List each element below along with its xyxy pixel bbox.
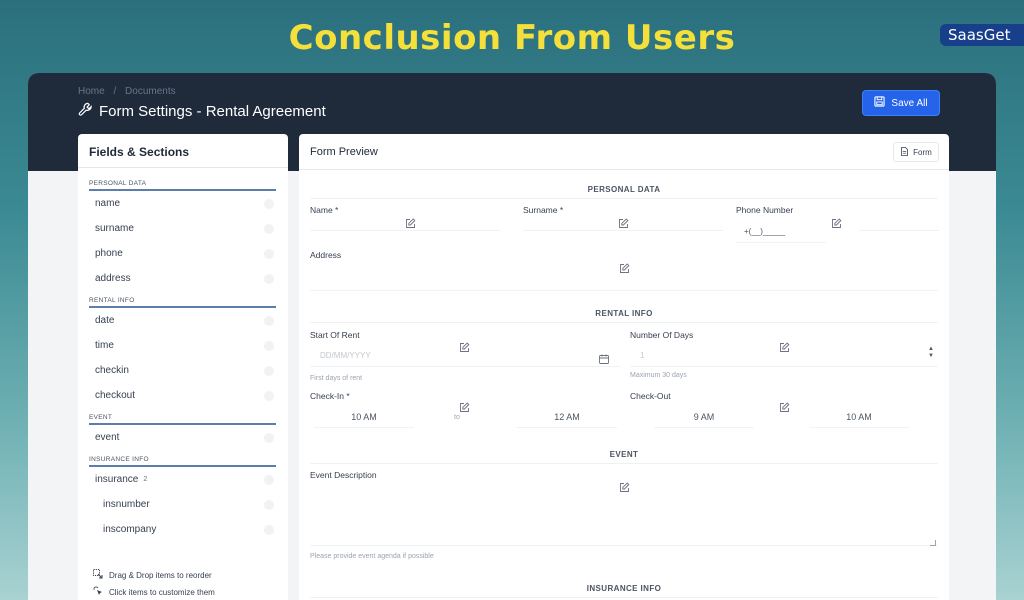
drag-handle-icon[interactable] [264, 391, 274, 401]
sidebar-item-name[interactable]: name [78, 191, 288, 216]
section-divider [310, 198, 938, 199]
check-out-to-select[interactable]: 10 AM [809, 406, 909, 428]
check-in-label: Check-In * [310, 391, 350, 401]
edit-icon[interactable] [459, 400, 470, 412]
pointer-click-icon [93, 586, 103, 598]
edit-icon[interactable] [831, 216, 842, 228]
edit-icon[interactable] [619, 261, 630, 273]
stepper-arrows-icon[interactable]: ▲ ▼ [928, 346, 934, 360]
sidebar-section-event: EVENT [89, 414, 276, 425]
address-label: Address [310, 250, 342, 260]
document-icon [900, 146, 909, 158]
sidebar-section-rental: RENTAL INFO [89, 297, 276, 308]
section-title-insurance: INSURANCE INFO [586, 584, 662, 593]
number-of-days-label: Number Of Days [630, 330, 694, 340]
breadcrumb-separator: / [113, 86, 117, 97]
drag-handle-icon[interactable] [264, 366, 274, 376]
edit-icon[interactable] [779, 400, 790, 412]
breadcrumb-documents[interactable]: Documents [125, 86, 176, 97]
sidebar-item-insurance[interactable]: insurance 2 [78, 467, 288, 492]
save-all-button[interactable]: Save All [862, 90, 940, 116]
section-title-rental: RENTAL INFO [595, 309, 653, 318]
event-description-textarea[interactable] [310, 486, 938, 546]
number-of-days-hint: Maximum 30 days [630, 372, 687, 379]
sidebar-item-inscompany[interactable]: inscompany [78, 517, 288, 542]
fields-sections-panel: Fields & Sections PERSONAL DATA name sur… [78, 134, 288, 600]
check-in-separator: to [454, 414, 460, 421]
edit-icon[interactable] [405, 216, 416, 228]
hint-drag-drop: Drag & Drop items to reorder [93, 569, 212, 581]
sidebar-item-checkout[interactable]: checkout [78, 383, 288, 408]
edit-icon[interactable] [618, 216, 629, 228]
start-of-rent-label: Start Of Rent [310, 330, 360, 340]
drag-handle-icon[interactable] [264, 475, 274, 485]
form-preview-title: Form Preview [310, 146, 378, 158]
sidebar-section-insurance: INSURANCE INFO [89, 456, 276, 467]
drag-handle-icon[interactable] [264, 274, 274, 284]
drag-handle-icon[interactable] [264, 249, 274, 259]
page-title: Form Settings - Rental Agreement [78, 102, 326, 121]
event-description-label: Event Description [310, 470, 377, 480]
brand-logo: SaasGet [940, 24, 1024, 46]
drag-handle-icon[interactable] [264, 316, 274, 326]
sidebar-item-surname[interactable]: surname [78, 216, 288, 241]
drag-handle-icon[interactable] [264, 500, 274, 510]
section-divider [310, 463, 938, 464]
sidebar-item-checkin[interactable]: checkin [78, 358, 288, 383]
app-window: Home / Documents Form Settings - Rental … [28, 73, 996, 600]
save-all-label: Save All [891, 97, 928, 109]
wrench-icon [78, 102, 93, 121]
child-count-badge: 2 [143, 476, 148, 483]
sidebar-item-time[interactable]: time [78, 333, 288, 358]
calendar-icon[interactable] [599, 351, 609, 364]
breadcrumb-home[interactable]: Home [78, 86, 105, 97]
event-description-hint: Please provide event agenda if possible [310, 553, 434, 560]
drag-handle-icon[interactable] [264, 525, 274, 535]
form-preview-header: Form Preview Form [299, 134, 949, 170]
drag-handle-icon[interactable] [264, 199, 274, 209]
breadcrumb: Home / Documents [78, 86, 182, 97]
sidebar-item-address[interactable]: address [78, 266, 288, 291]
fields-sections-title: Fields & Sections [78, 134, 288, 168]
phone-input[interactable]: +(__)_____ [736, 221, 826, 243]
page-title-text: Form Settings - Rental Agreement [99, 103, 326, 120]
phone-label: Phone Number [736, 205, 794, 215]
edit-icon[interactable] [459, 340, 470, 352]
banner-title: Conclusion From Users [288, 18, 736, 58]
section-divider [310, 322, 938, 323]
resize-handle-icon[interactable] [930, 540, 936, 546]
check-in-from-select[interactable]: 10 AM [314, 406, 414, 428]
sidebar-item-phone[interactable]: phone [78, 241, 288, 266]
sidebar-section-personal: PERSONAL DATA [89, 180, 276, 191]
start-of-rent-hint: First days of rent [310, 375, 363, 382]
hint-click-customize: Click items to customize them [93, 586, 215, 598]
phone-extra-input[interactable] [859, 209, 939, 231]
drag-handle-icon[interactable] [264, 433, 274, 443]
drag-handle-icon[interactable] [264, 341, 274, 351]
save-icon [874, 96, 886, 110]
sidebar-item-date[interactable]: date [78, 308, 288, 333]
form-button[interactable]: Form [893, 142, 939, 162]
section-title-personal: PERSONAL DATA [587, 185, 661, 194]
drag-drop-icon [93, 569, 103, 581]
check-out-label: Check-Out [630, 391, 671, 401]
check-in-to-select[interactable]: 12 AM [517, 406, 617, 428]
section-divider [310, 597, 938, 598]
form-preview-panel: Form Preview Form PERSONAL DATA Name * S… [299, 134, 949, 600]
sidebar-item-insnumber[interactable]: insnumber [78, 492, 288, 517]
check-out-from-select[interactable]: 9 AM [654, 406, 754, 428]
sidebar-item-event[interactable]: event [78, 425, 288, 450]
section-title-event: EVENT [609, 450, 639, 459]
drag-handle-icon[interactable] [264, 224, 274, 234]
edit-icon[interactable] [779, 340, 790, 352]
